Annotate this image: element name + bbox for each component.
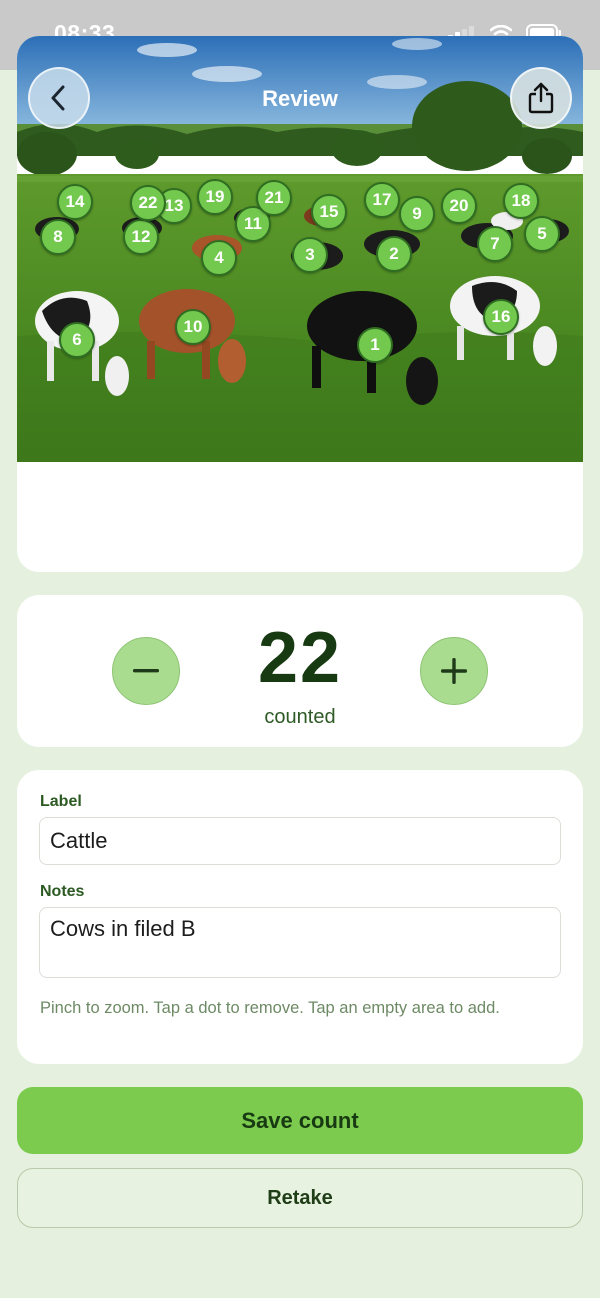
cow-marker-17[interactable]: 17 [364, 182, 400, 218]
cow-marker-16[interactable]: 16 [483, 299, 519, 335]
plus-icon [441, 658, 467, 684]
share-icon [528, 82, 554, 114]
cow-marker-4[interactable]: 4 [201, 240, 237, 276]
cow-marker-2[interactable]: 2 [376, 236, 412, 272]
cow-marker-15[interactable]: 15 [311, 194, 347, 230]
cow-marker-19[interactable]: 19 [197, 179, 233, 215]
cow-marker-21[interactable]: 21 [256, 180, 292, 216]
instructions-hint: Pinch to zoom. Tap a dot to remove. Tap … [40, 999, 500, 1017]
label-field-title: Label [40, 793, 82, 810]
screen: 08:33 1 2 3 4 5 6 7 8 9 10 11 12 13 14 1… [0, 0, 600, 1298]
cow-marker-14[interactable]: 14 [57, 184, 93, 220]
details-form: Label Notes Cows in filed B Pinch to zoo… [17, 770, 583, 1064]
cow-marker-22[interactable]: 22 [130, 185, 166, 221]
count-caption: counted [264, 706, 336, 728]
cow-marker-20[interactable]: 20 [441, 188, 477, 224]
notes-field-title: Notes [40, 883, 85, 900]
count-value: 22 [257, 618, 343, 698]
cow-marker-1[interactable]: 1 [357, 327, 393, 363]
cow-marker-5[interactable]: 5 [524, 216, 560, 252]
counter-card: 22 counted [17, 595, 583, 747]
label-input[interactable] [39, 817, 561, 865]
cow-marker-18[interactable]: 18 [503, 183, 539, 219]
cow-marker-7[interactable]: 7 [477, 226, 513, 262]
cow-marker-3[interactable]: 3 [292, 237, 328, 273]
save-count-button[interactable]: Save count [17, 1087, 583, 1154]
cow-marker-6[interactable]: 6 [59, 322, 95, 358]
notes-input[interactable]: Cows in filed B [39, 907, 561, 978]
cow-marker-12[interactable]: 12 [123, 219, 159, 255]
photo-card: 1 2 3 4 5 6 7 8 9 10 11 12 13 14 15 16 1… [17, 36, 583, 572]
retake-button[interactable]: Retake [17, 1168, 583, 1228]
cow-marker-8[interactable]: 8 [40, 219, 76, 255]
cow-marker-9[interactable]: 9 [399, 196, 435, 232]
increment-button[interactable] [420, 637, 488, 705]
share-button[interactable] [510, 67, 572, 129]
cow-marker-10[interactable]: 10 [175, 309, 211, 345]
